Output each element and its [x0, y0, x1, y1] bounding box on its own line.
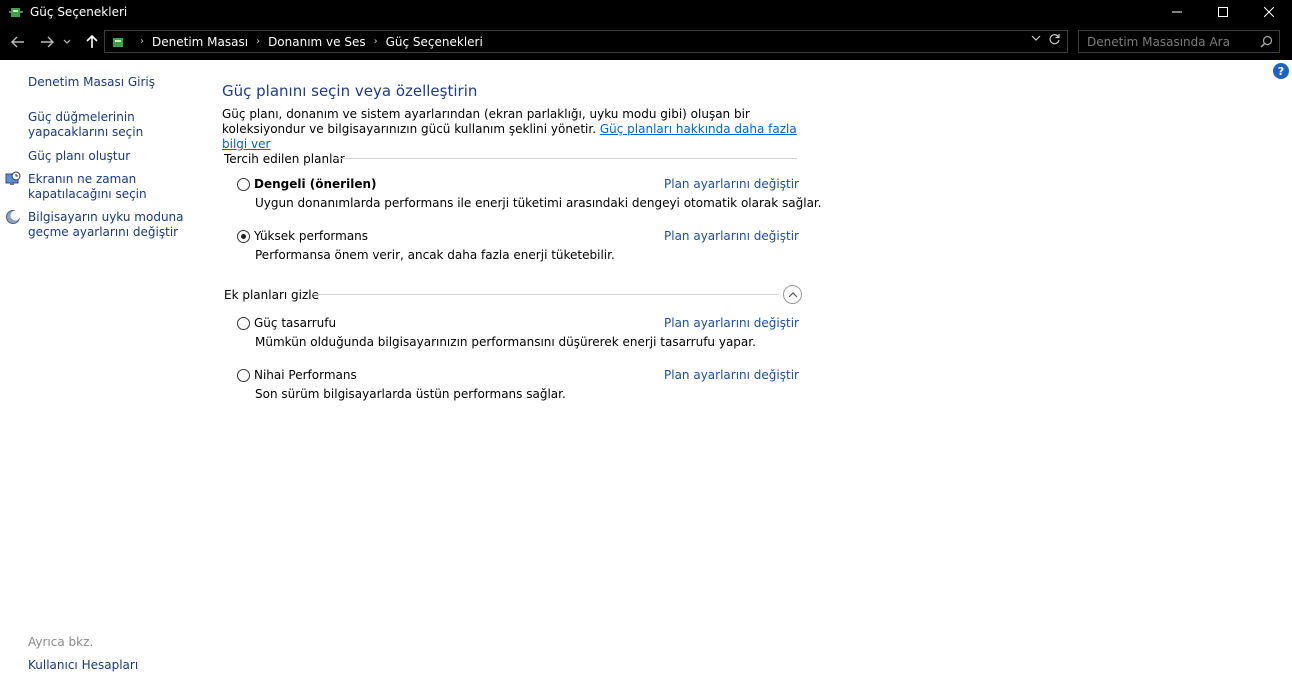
monitor-clock-icon [5, 171, 21, 187]
power-options-icon [110, 34, 126, 50]
sidebar-item-label: Ekranın ne zaman [28, 172, 137, 186]
breadcrumb-control-panel[interactable]: Denetim Masası [152, 35, 248, 49]
plan-radio-balanced[interactable] [237, 178, 250, 191]
see-also-heading: Ayrıca bkz. [28, 635, 94, 649]
sidebar-item-label: yapacaklarını seçin [28, 125, 144, 139]
up-arrow-icon[interactable] [82, 32, 102, 52]
forward-arrow-icon[interactable] [37, 32, 57, 52]
search-icon[interactable] [1260, 35, 1273, 51]
plan-desc-ultimate-performance: Son sürüm bilgisayarlarda üstün performa… [255, 387, 566, 401]
change-plan-link-ultimate-performance[interactable]: Plan ayarlarını değiştir [664, 368, 799, 382]
page-title: Güç planını seçin veya özelleştirin [222, 82, 478, 100]
recent-locations-chevron-icon[interactable] [61, 32, 73, 52]
window-title: Güç Seçenekleri [30, 5, 128, 19]
preferred-plans-heading: Tercih edilen planlar [224, 152, 345, 166]
sidebar-home-link[interactable]: Denetim Masası Giriş [28, 75, 155, 90]
address-dropdown-chevron-icon[interactable] [1031, 34, 1041, 45]
user-accounts-link[interactable]: Kullanıcı Hesapları [28, 658, 138, 673]
change-plan-link-power-saver[interactable]: Plan ayarlarını değiştir [664, 316, 799, 330]
maximize-icon[interactable] [1200, 0, 1246, 24]
plan-radio-ultimate-performance[interactable] [237, 369, 250, 382]
sidebar-item-label: Güç düğmelerinin [28, 110, 135, 124]
sidebar-item-sleep-settings[interactable]: Bilgisayarın uyku moduna geçme ayarların… [28, 210, 184, 240]
breadcrumb-hardware-sound[interactable]: Donanım ve Ses [268, 35, 366, 49]
address-toolbar: › Denetim Masası › Donanım ve Ses › Güç … [0, 24, 1292, 60]
change-plan-link-balanced[interactable]: Plan ayarlarını değiştir [664, 177, 799, 191]
sidebar-item-label: geçme ayarlarını değiştir [28, 225, 179, 239]
title-bar: Güç Seçenekleri [0, 0, 1292, 24]
address-bar[interactable]: › Denetim Masası › Donanım ve Ses › Güç … [104, 30, 1068, 53]
plan-desc-power-saver: Mümkün olduğunda bilgisayarınızın perfor… [255, 335, 756, 349]
moon-icon [5, 209, 21, 225]
plan-radio-high-performance[interactable] [237, 230, 250, 243]
sidebar-item-label: kapatılacağını seçin [28, 187, 147, 201]
breadcrumb-power-options[interactable]: Güç Seçenekleri [386, 35, 483, 49]
sidebar-item-display-off[interactable]: Ekranın ne zaman kapatılacağını seçin [28, 172, 147, 202]
sidebar-item-create-plan[interactable]: Güç planı oluştur [28, 149, 130, 164]
breadcrumb-separator-icon: › [256, 36, 261, 47]
plan-desc-high-performance: Performansa önem verir, ancak daha fazla… [255, 248, 615, 262]
plan-desc-balanced: Uygun donanımlarda performans ile enerji… [255, 196, 822, 210]
power-options-icon [8, 4, 24, 20]
minimize-icon[interactable] [1154, 0, 1200, 24]
sidebar-item-power-buttons[interactable]: Güç düğmelerinin yapacaklarını seçin [28, 110, 143, 140]
plan-name-balanced[interactable]: Dengeli (önerilen) [254, 177, 377, 191]
sidebar-item-label: Güç planı oluştur [28, 149, 131, 163]
plan-radio-power-saver[interactable] [237, 317, 250, 330]
page-description: Güç planı, donanım ve sistem ayarlarında… [222, 107, 802, 152]
hide-additional-plans-heading: Ek planları gizle [224, 288, 319, 302]
plan-name-ultimate-performance[interactable]: Nihai Performans [254, 368, 357, 382]
divider [313, 294, 779, 295]
divider [334, 158, 797, 159]
help-icon[interactable]: ? [1273, 63, 1289, 79]
breadcrumb-separator-icon: › [373, 36, 378, 47]
plan-name-power-saver[interactable]: Güç tasarrufu [254, 316, 336, 330]
close-icon[interactable] [1246, 0, 1292, 24]
search-box[interactable] [1078, 30, 1280, 53]
sidebar-item-label: Bilgisayarın uyku moduna [28, 210, 184, 224]
plan-name-high-performance[interactable]: Yüksek performans [254, 229, 368, 243]
change-plan-link-high-performance[interactable]: Plan ayarlarını değiştir [664, 229, 799, 243]
collapse-chevron-up-icon[interactable] [783, 285, 802, 304]
breadcrumb-separator-icon: › [140, 36, 144, 47]
back-arrow-icon[interactable] [8, 32, 28, 52]
refresh-icon[interactable] [1048, 33, 1061, 50]
sidebar: Denetim Masası Giriş Güç düğmelerinin ya… [0, 60, 200, 691]
search-input[interactable] [1079, 31, 1257, 52]
